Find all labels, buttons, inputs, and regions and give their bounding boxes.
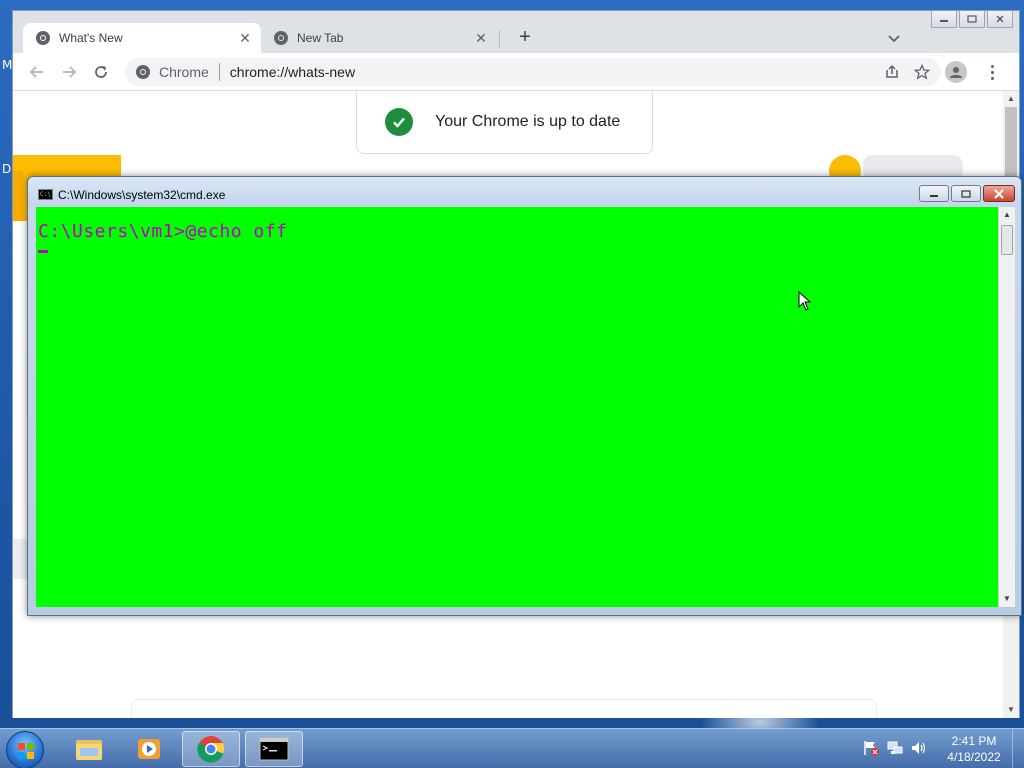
forward-arrow-icon <box>63 66 77 78</box>
system-tray <box>862 739 928 762</box>
cmd-window: C:\ C:\Windows\system32\cmd.exe C:\Users… <box>27 176 1022 616</box>
cmd-scrollbar[interactable]: ▲ ▼ <box>998 207 1015 607</box>
chrome-menu-button[interactable] <box>981 61 1003 83</box>
chrome-icon <box>136 65 150 79</box>
url-text[interactable]: chrome://whats-new <box>230 64 881 80</box>
menu-dot <box>990 70 994 74</box>
desktop-icon-label: D <box>2 162 12 176</box>
tab-title: What's New <box>59 31 123 45</box>
show-desktop-button[interactable] <box>1012 729 1024 768</box>
cmd-window-title: C:\Windows\system32\cmd.exe <box>58 188 226 202</box>
browser-toolbar: Chrome chrome://whats-new <box>13 53 1019 91</box>
desktop-icon-label: M <box>2 58 13 72</box>
windows-logo-icon <box>18 743 34 759</box>
start-button[interactable] <box>6 731 44 768</box>
reload-icon <box>95 66 107 78</box>
update-status-message: Your Chrome is up to date <box>435 113 621 130</box>
person-icon <box>950 67 962 78</box>
forward-button[interactable] <box>57 60 81 84</box>
cmd-icon <box>259 737 289 761</box>
taskbar-explorer[interactable] <box>60 731 118 767</box>
back-button[interactable] <box>25 60 49 84</box>
scroll-up-arrow-icon[interactable]: ▲ <box>1006 94 1016 104</box>
taskbar: 2:41 PM 4/18/2022 <box>0 728 1024 768</box>
tab-search-icon[interactable] <box>883 27 905 49</box>
close-tab-icon[interactable]: ✕ <box>473 30 489 46</box>
reload-button[interactable] <box>89 60 113 84</box>
cmd-titlebar[interactable]: C:\ C:\Windows\system32\cmd.exe <box>28 177 1021 206</box>
address-bar[interactable]: Chrome chrome://whats-new <box>125 58 941 86</box>
new-tab-button[interactable]: + <box>513 26 537 50</box>
scrollbar-thumb[interactable] <box>1001 225 1013 255</box>
menu-dot <box>990 64 994 68</box>
volume-icon[interactable] <box>910 739 928 762</box>
scroll-down-arrow-icon[interactable]: ▼ <box>1006 705 1016 715</box>
console-line: C:\Users\vm1>@echo off <box>38 221 288 242</box>
network-icon[interactable] <box>886 739 904 762</box>
chrome-favicon-icon <box>35 30 51 46</box>
site-info-chip[interactable]: Chrome <box>125 64 209 80</box>
cmd-minimize-button[interactable] <box>919 185 949 202</box>
chrome-favicon-icon <box>273 30 289 46</box>
cmd-console[interactable]: C:\Users\vm1>@echo off <box>36 207 998 607</box>
update-status-card: Your Chrome is up to date <box>356 91 653 154</box>
scroll-down-arrow-icon[interactable]: ▼ <box>1002 594 1012 604</box>
folder-icon <box>76 740 102 760</box>
cmd-maximize-button[interactable] <box>951 185 981 202</box>
content-card-edge <box>131 699 877 718</box>
close-tab-icon[interactable]: ✕ <box>237 30 253 46</box>
site-label: Chrome <box>159 64 209 80</box>
decorative-shape <box>13 171 23 221</box>
back-arrow-icon <box>29 66 43 78</box>
restore-button[interactable] <box>959 11 985 28</box>
taskbar-media-player[interactable] <box>120 731 178 767</box>
tab-title: New Tab <box>297 31 344 45</box>
tab-new-tab[interactable]: New Tab ✕ <box>265 23 497 53</box>
omnibox-separator <box>218 63 220 81</box>
taskbar-chrome[interactable] <box>182 731 240 767</box>
share-icon[interactable] <box>881 61 903 83</box>
profile-avatar-button[interactable] <box>945 61 967 83</box>
decorative-shape <box>13 539 27 579</box>
scrollbar-thumb[interactable] <box>1005 107 1017 179</box>
close-window-button[interactable] <box>987 11 1013 28</box>
tab-whats-new[interactable]: What's New ✕ <box>23 23 261 53</box>
chrome-icon <box>197 736 225 763</box>
scroll-up-arrow-icon[interactable]: ▲ <box>1002 210 1012 220</box>
checkmark-icon <box>385 108 413 136</box>
clock-time: 2:41 PM <box>951 734 997 748</box>
bookmark-star-icon[interactable] <box>911 61 933 83</box>
media-player-icon <box>138 739 160 759</box>
minimize-button[interactable] <box>931 11 957 28</box>
clock-date: 4/18/2022 <box>947 750 1001 764</box>
menu-dot <box>990 76 994 80</box>
window-controls <box>929 11 1013 28</box>
mouse-pointer-icon <box>798 290 812 311</box>
tab-strip: What's New ✕ New Tab ✕ + <box>13 11 1019 53</box>
action-center-flag-icon[interactable] <box>862 739 880 762</box>
cmd-icon: C:\ <box>38 189 53 200</box>
tab-divider <box>499 30 500 48</box>
taskbar-clock[interactable]: 2:41 PM 4/18/2022 <box>940 733 1008 765</box>
taskbar-cmd[interactable] <box>245 731 303 767</box>
cmd-close-button[interactable] <box>983 185 1015 202</box>
text-cursor <box>38 250 48 253</box>
cmd-window-controls <box>917 185 1015 202</box>
